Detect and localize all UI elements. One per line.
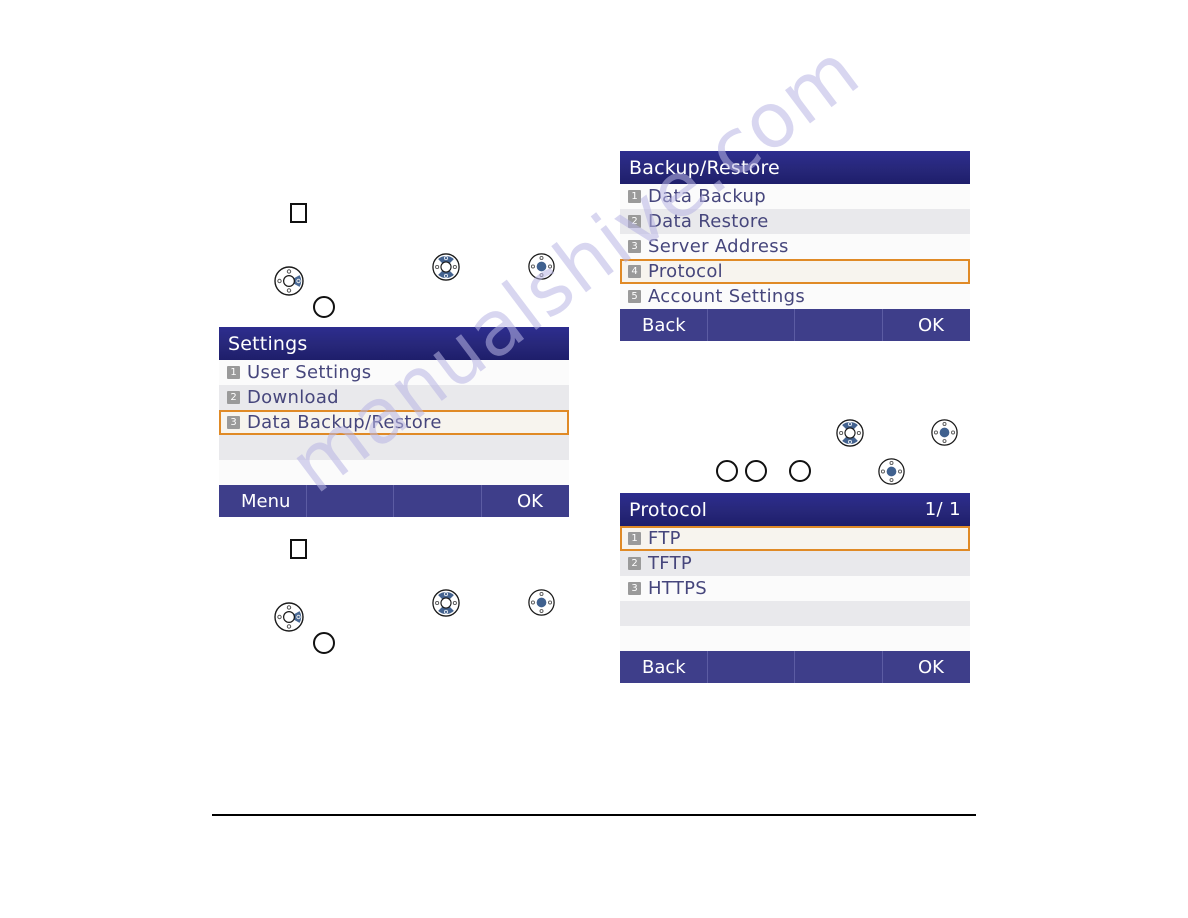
menu-list: 1 FTP 2 TFTP 3 HTTPS	[620, 526, 970, 651]
watermark: manualshive.com	[0, 0, 1188, 918]
list-item-label: Data Backup/Restore	[247, 412, 442, 433]
list-item-label: Protocol	[648, 261, 723, 282]
softkey-empty-2[interactable]	[394, 485, 482, 517]
list-item-empty	[219, 460, 569, 485]
list-item-label: User Settings	[247, 362, 372, 383]
navigation-pad-center-icon	[931, 419, 958, 446]
list-item-empty	[620, 626, 970, 651]
list-item[interactable]: 2 TFTP	[620, 551, 970, 576]
list-item[interactable]: 1 User Settings	[219, 360, 569, 385]
square-key-icon	[290, 203, 307, 223]
list-item-label: TFTP	[648, 553, 693, 574]
softkey-ok[interactable]: OK	[482, 485, 570, 517]
page-indicator: 1/ 1	[924, 499, 961, 520]
menu-list: 1 User Settings 2 Download 3 Data Backup…	[219, 360, 569, 485]
screen-title-bar: Settings	[219, 327, 569, 360]
screen-title-bar: Backup/Restore	[620, 151, 970, 184]
navigation-pad-center-icon	[878, 458, 905, 485]
item-number-badge: 1	[628, 532, 641, 545]
navigation-pad-center-icon	[528, 253, 555, 280]
item-number-badge: 3	[628, 582, 641, 595]
list-item[interactable]: 1 Data Backup	[620, 184, 970, 209]
item-number-badge: 4	[628, 265, 641, 278]
navigation-pad-right-icon	[274, 266, 304, 296]
list-item[interactable]: 2 Download	[219, 385, 569, 410]
list-item-selected[interactable]: 4 Protocol	[620, 259, 970, 284]
screen-title: Backup/Restore	[629, 156, 780, 179]
navigation-pad-right-icon	[274, 602, 304, 632]
menu-list: 1 Data Backup 2 Data Restore 3 Server Ad…	[620, 184, 970, 309]
list-item-selected[interactable]: 1 FTP	[620, 526, 970, 551]
softkey-empty-1[interactable]	[708, 651, 795, 683]
lcd-screen-settings: Settings 1 User Settings 2 Download 3 Da…	[219, 327, 569, 517]
item-number-badge: 3	[628, 240, 641, 253]
list-item-label: Server Address	[648, 236, 789, 257]
list-item-label: Account Settings	[648, 286, 806, 307]
screen-title-bar: Protocol 1/ 1	[620, 493, 970, 526]
round-key-icon	[313, 296, 335, 318]
round-key-icon	[745, 460, 767, 482]
list-item-label: FTP	[648, 528, 681, 549]
round-key-icon	[716, 460, 738, 482]
softkey-back[interactable]: Back	[620, 651, 708, 683]
round-key-icon	[313, 632, 335, 654]
softkey-empty-2[interactable]	[795, 309, 883, 341]
lcd-screen-protocol: Protocol 1/ 1 1 FTP 2 TFTP 3 HTTPS Back …	[620, 493, 970, 683]
softkey-back[interactable]: Back	[620, 309, 708, 341]
softkey-bar: Menu OK	[219, 485, 569, 517]
screen-title: Settings	[228, 332, 308, 355]
list-item-label: HTTPS	[648, 578, 707, 599]
footer-divider	[212, 814, 976, 816]
softkey-menu[interactable]: Menu	[219, 485, 307, 517]
list-item[interactable]: 3 Server Address	[620, 234, 970, 259]
softkey-empty-1[interactable]	[307, 485, 394, 517]
item-number-badge: 5	[628, 290, 641, 303]
navigation-pad-center-icon	[528, 589, 555, 616]
list-item-label: Data Backup	[648, 186, 766, 207]
softkey-bar: Back OK	[620, 651, 970, 683]
screen-title: Protocol	[629, 498, 708, 521]
list-item[interactable]: 5 Account Settings	[620, 284, 970, 309]
item-number-badge: 1	[227, 366, 240, 379]
list-item-label: Download	[247, 387, 339, 408]
list-item-empty	[219, 435, 569, 460]
round-key-icon	[789, 460, 811, 482]
list-item[interactable]: 2 Data Restore	[620, 209, 970, 234]
lcd-screen-backup-restore: Backup/Restore 1 Data Backup 2 Data Rest…	[620, 151, 970, 341]
softkey-empty-2[interactable]	[795, 651, 883, 683]
navigation-pad-up-down-icon	[836, 419, 864, 447]
navigation-pad-up-down-icon	[432, 589, 460, 617]
item-number-badge: 1	[628, 190, 641, 203]
item-number-badge: 2	[628, 215, 641, 228]
square-key-icon	[290, 539, 307, 559]
softkey-empty-1[interactable]	[708, 309, 795, 341]
list-item[interactable]: 3 HTTPS	[620, 576, 970, 601]
list-item-label: Data Restore	[648, 211, 769, 232]
item-number-badge: 2	[628, 557, 641, 570]
item-number-badge: 2	[227, 391, 240, 404]
list-item-empty	[620, 601, 970, 626]
list-item-selected[interactable]: 3 Data Backup/Restore	[219, 410, 569, 435]
softkey-ok[interactable]: OK	[883, 651, 971, 683]
softkey-bar: Back OK	[620, 309, 970, 341]
softkey-ok[interactable]: OK	[883, 309, 971, 341]
navigation-pad-up-down-icon	[432, 253, 460, 281]
item-number-badge: 3	[227, 416, 240, 429]
